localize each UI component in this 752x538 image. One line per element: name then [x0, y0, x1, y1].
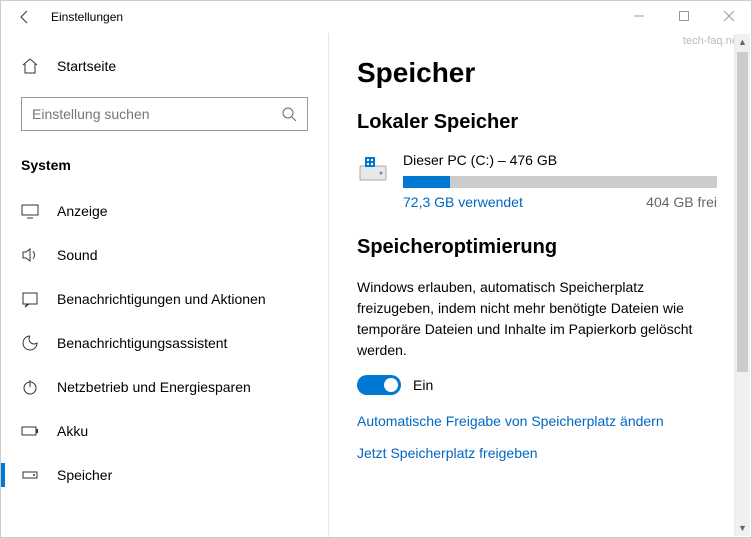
disk-usage-bar: [403, 176, 717, 188]
sound-icon: [21, 246, 39, 264]
sidebar-item-label: Akku: [57, 423, 88, 439]
toggle-knob: [384, 378, 398, 392]
sidebar-item-label: Anzeige: [57, 203, 108, 219]
home-icon: [21, 57, 39, 75]
sidebar-item-storage[interactable]: Speicher: [1, 453, 328, 497]
sidebar-item-power[interactable]: Netzbetrieb und Energiesparen: [1, 365, 328, 409]
sidebar-item-notifications[interactable]: Benachrichtigungen und Aktionen: [1, 277, 328, 321]
titlebar: Einstellungen: [1, 1, 751, 33]
disk-row[interactable]: Dieser PC (C:) – 476 GB 72,3 GB verwende…: [357, 152, 717, 210]
close-button[interactable]: [706, 1, 751, 31]
search-icon: [281, 106, 297, 122]
battery-icon: [21, 422, 39, 440]
disk-free-label: 404 GB frei: [646, 194, 717, 210]
sidebar-item-focus-assist[interactable]: Benachrichtigungsassistent: [1, 321, 328, 365]
storage-sense-description: Windows erlauben, automatisch Speicherpl…: [357, 277, 717, 361]
search-box[interactable]: [21, 97, 308, 131]
disk-used-label: 72,3 GB verwendet: [403, 194, 523, 210]
window-controls: [616, 1, 751, 31]
sidebar-item-label: Speicher: [57, 467, 112, 483]
sidebar-item-display[interactable]: Anzeige: [1, 189, 328, 233]
drive-icon: [357, 152, 389, 184]
minimize-button[interactable]: [616, 1, 661, 31]
maximize-button[interactable]: [661, 1, 706, 31]
sidebar: Startseite System Anzeige Sound Benachri…: [1, 33, 329, 537]
sidebar-item-sound[interactable]: Sound: [1, 233, 328, 277]
sidebar-item-label: Benachrichtigungen und Aktionen: [57, 291, 266, 307]
search-input[interactable]: [32, 106, 281, 122]
category-heading: System: [1, 149, 328, 189]
power-icon: [21, 378, 39, 396]
home-link[interactable]: Startseite: [1, 47, 328, 85]
back-button[interactable]: [11, 3, 39, 31]
disk-usage-fill: [403, 176, 450, 188]
storage-sense-heading: Speicheroptimierung: [357, 236, 717, 259]
disk-name: Dieser PC (C:) – 476 GB: [403, 152, 717, 168]
sidebar-item-battery[interactable]: Akku: [1, 409, 328, 453]
focus-assist-icon: [21, 334, 39, 352]
link-free-now[interactable]: Jetzt Speicherplatz freigeben: [357, 445, 717, 461]
page-title: Speicher: [357, 57, 717, 89]
home-label: Startseite: [57, 58, 116, 74]
scrollbar-down-arrow[interactable]: ▼: [735, 520, 750, 536]
storage-sense-toggle[interactable]: [357, 375, 401, 395]
link-change-auto-free[interactable]: Automatische Freigabe von Speicherplatz …: [357, 413, 717, 429]
storage-icon: [21, 466, 39, 484]
notifications-icon: [21, 290, 39, 308]
sidebar-item-label: Benachrichtigungsassistent: [57, 335, 227, 351]
scrollbar-thumb[interactable]: [737, 52, 748, 372]
sidebar-item-label: Sound: [57, 247, 97, 263]
scrollbar-up-arrow[interactable]: ▲: [735, 34, 750, 50]
toggle-state-label: Ein: [413, 377, 433, 393]
display-icon: [21, 202, 39, 220]
scrollbar[interactable]: ▲ ▼: [734, 34, 750, 536]
window-title: Einstellungen: [51, 10, 123, 24]
sidebar-item-label: Netzbetrieb und Energiesparen: [57, 379, 251, 395]
local-storage-heading: Lokaler Speicher: [357, 111, 717, 134]
content-pane: Speicher Lokaler Speicher Dieser PC (C:)…: [329, 33, 751, 537]
